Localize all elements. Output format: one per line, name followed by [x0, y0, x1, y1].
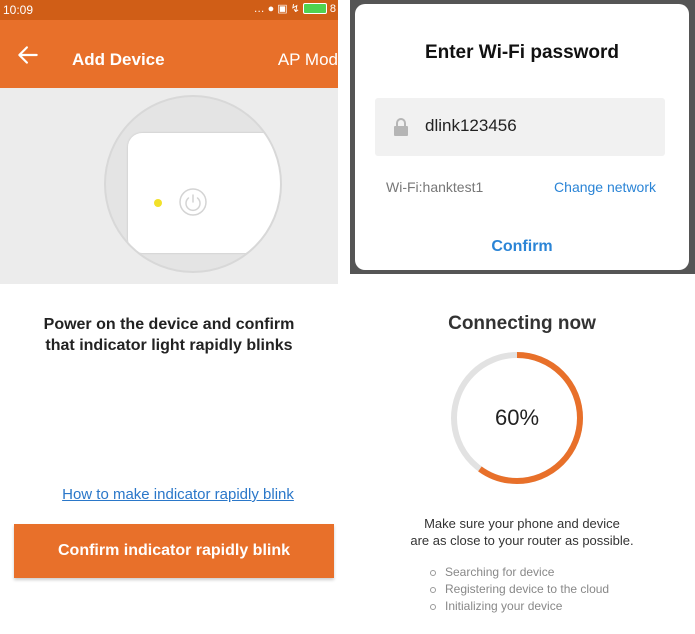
wifi-icon: ● — [267, 2, 275, 15]
connection-steps: Searching for device Registering device … — [430, 564, 609, 615]
back-arrow-icon[interactable] — [15, 42, 41, 68]
sim-icon: ▣ — [277, 3, 288, 15]
instruction-line-1: Power on the device and confirm — [43, 316, 295, 333]
password-field[interactable]: dlink123456 — [375, 98, 665, 156]
bullet-icon — [430, 569, 436, 576]
ap-mode-button[interactable]: AP Mod — [278, 50, 338, 70]
dialog-title: Enter Wi-Fi password — [424, 42, 620, 63]
status-icons: … ● ▣ ↯ 8 — [253, 2, 336, 16]
password-value[interactable]: dlink123456 — [425, 116, 517, 136]
change-network-link[interactable]: Change network — [554, 179, 656, 195]
list-item: Searching for device — [430, 564, 609, 581]
confirm-blink-button[interactable]: Confirm indicator rapidly blink — [14, 524, 334, 578]
note-line-1: Make sure your phone and device — [424, 516, 620, 531]
charging-icon: ↯ — [290, 3, 300, 15]
progress-percent: 60% — [494, 405, 540, 430]
page-title: Add Device — [72, 50, 165, 69]
list-item: Registering device to the cloud — [430, 581, 609, 598]
lock-icon — [394, 118, 408, 136]
progress-ring: 60% — [449, 350, 585, 486]
app-bar: Add Device AP Mod — [0, 20, 338, 88]
wifi-network-name: Wi-Fi:hanktest1 — [386, 179, 484, 195]
more-dots-icon: … — [253, 2, 265, 15]
connecting-title: Connecting now — [448, 313, 596, 334]
battery-icon — [302, 3, 327, 14]
status-bar: 10:09 … ● ▣ ↯ 8 — [0, 0, 338, 20]
note-line-2: are as close to your router as possible. — [410, 533, 634, 548]
bullet-icon — [430, 586, 436, 593]
dialog-confirm-button[interactable]: Confirm — [355, 238, 689, 256]
illustration-circle — [104, 95, 282, 273]
list-item: Initializing your device — [430, 598, 609, 615]
device-illustration — [104, 95, 282, 273]
status-time: 10:09 — [3, 3, 34, 17]
power-icon — [179, 188, 207, 216]
instruction-line-2: that indicator light rapidly blinks — [45, 337, 293, 354]
device-image — [128, 133, 280, 253]
bullet-icon — [430, 603, 436, 610]
battery-percent: 8 — [329, 2, 336, 15]
help-link[interactable]: How to make indicator rapidly blink — [0, 486, 356, 503]
add-device-screen: 10:09 … ● ▣ ↯ 8 Add Device AP Mod Power … — [0, 0, 338, 634]
indicator-light — [154, 199, 162, 207]
wifi-password-dialog: Enter Wi-Fi password dlink123456 Wi-Fi:h… — [355, 4, 689, 270]
proximity-note: Make sure your phone and device are as c… — [355, 515, 689, 549]
instruction-text: Power on the device and confirm that ind… — [20, 314, 318, 356]
